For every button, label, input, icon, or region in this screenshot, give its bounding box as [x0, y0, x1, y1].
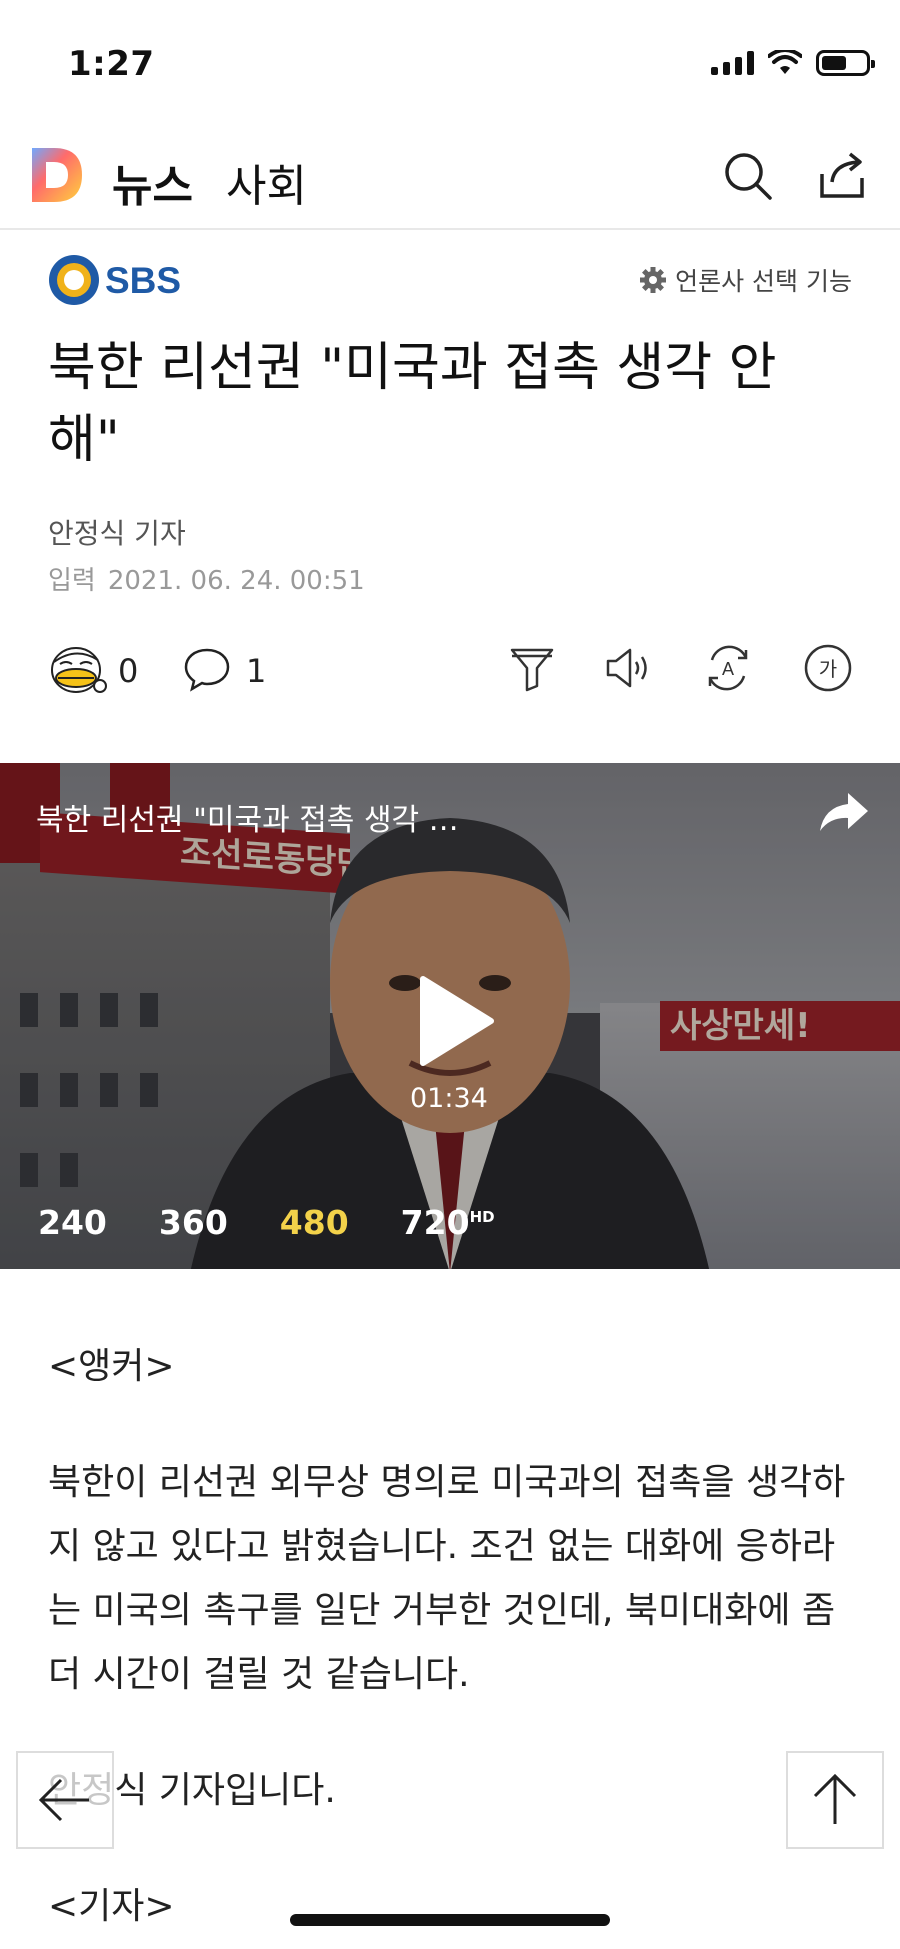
svg-text:가: 가: [819, 657, 837, 681]
sbs-logo[interactable]: SBS: [48, 250, 188, 310]
press-select-label: 언론사 선택 기능: [675, 267, 852, 296]
video-duration: 01:34: [410, 1083, 488, 1114]
quality-720-label: 720: [400, 1203, 470, 1242]
article-body: <앵커> 북한이 리선권 외무상 명의로 미국과의 접촉을 생각하지 않고 있다…: [48, 1335, 858, 1949]
daum-logo[interactable]: [28, 146, 86, 204]
reaction-emoji-icon[interactable]: [48, 644, 108, 698]
status-icons: [711, 50, 875, 76]
quality-720[interactable]: 720HD: [401, 1203, 495, 1242]
signal-icon: [711, 51, 754, 75]
posted-time: 입력 2021. 06. 24. 00:51: [48, 560, 365, 597]
play-icon[interactable]: [415, 975, 495, 1067]
posted-label: 입력: [48, 566, 96, 596]
battery-icon: [816, 50, 875, 76]
quality-360[interactable]: 360: [159, 1203, 228, 1242]
up-arrow-icon: [813, 1773, 857, 1824]
comment-icon[interactable]: [182, 646, 232, 692]
home-indicator[interactable]: [290, 1914, 610, 1926]
article-paragraph: 북한이 리선권 외무상 명의로 미국과의 접촉을 생각하지 않고 있다고 밝혔습…: [48, 1462, 846, 1695]
svg-text:A: A: [722, 659, 734, 679]
article-actions: 0 1 A 가: [48, 640, 858, 700]
press-select-button[interactable]: 언론사 선택 기능: [639, 262, 852, 298]
translate-icon[interactable]: A: [702, 642, 754, 694]
scroll-top-button[interactable]: [786, 1751, 884, 1849]
nav-section[interactable]: 사회: [226, 150, 307, 214]
font-size-icon[interactable]: 가: [802, 642, 854, 694]
app-header: 뉴스 사회: [0, 130, 900, 230]
comment-count: 1: [246, 652, 267, 690]
press-name: SBS: [105, 260, 181, 301]
filter-icon[interactable]: [506, 642, 558, 694]
video-title: 북한 리선권 "미국과 접촉 생각 …: [36, 803, 459, 838]
status-time: 1:27: [68, 44, 155, 84]
article-paragraph: 안정식 기자입니다.: [48, 1770, 336, 1811]
quality-480[interactable]: 480: [280, 1203, 349, 1242]
back-button[interactable]: [16, 1751, 114, 1849]
video-player[interactable]: 조선로동당만세! 사상만세! 북한 리선권 "미국과 접촉 생각 … 01:34…: [0, 763, 900, 1269]
quality-hd-badge: HD: [469, 1208, 495, 1226]
posted-datetime: 2021. 06. 24. 00:51: [107, 566, 365, 596]
status-bar: 1:27: [0, 0, 900, 120]
video-share-icon[interactable]: [818, 789, 870, 835]
back-arrow-icon: [38, 1778, 89, 1822]
search-icon[interactable]: [720, 148, 776, 204]
share-icon[interactable]: [814, 148, 870, 204]
nav-title[interactable]: 뉴스: [112, 150, 193, 214]
quality-240[interactable]: 240: [38, 1203, 107, 1242]
wifi-icon: [768, 50, 802, 74]
gear-icon: [640, 267, 667, 293]
video-quality-options: 240 360 480 720HD: [38, 1203, 495, 1242]
article-paragraph: <앵커>: [48, 1346, 175, 1387]
article-headline: 북한 리선권 "미국과 접촉 생각 안 해": [48, 338, 777, 470]
article-paragraph: <기자>: [48, 1886, 175, 1927]
speaker-icon[interactable]: [602, 642, 654, 694]
reaction-count: 0: [118, 652, 139, 690]
reporter-name[interactable]: 안정식 기자: [48, 512, 186, 552]
